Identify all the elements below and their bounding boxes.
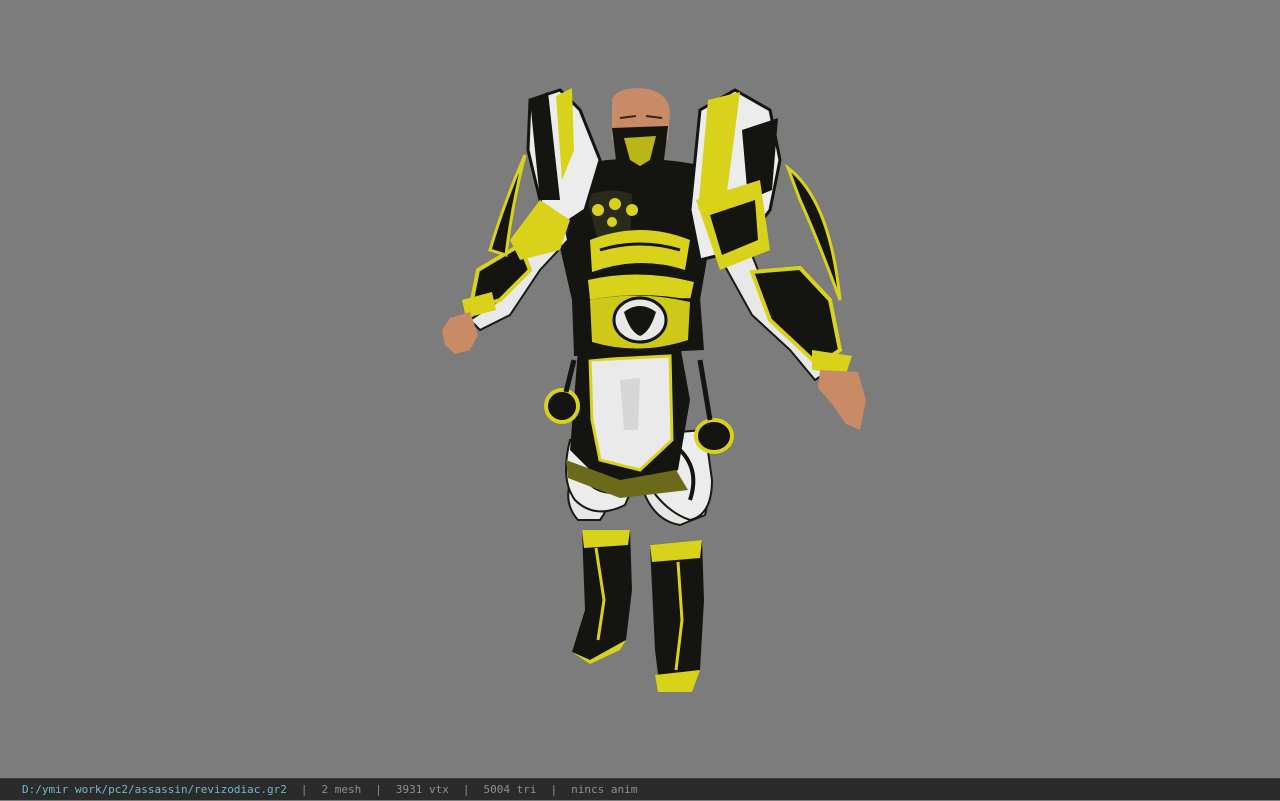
head	[612, 88, 670, 172]
front-apron	[566, 345, 690, 498]
file-path: D:/ymir work/pc2/assassin/revizodiac.gr2	[22, 783, 287, 796]
triangle-count: 5004 tri	[483, 783, 537, 796]
separator: |	[300, 783, 308, 796]
status-bar: D:/ymir work/pc2/assassin/revizodiac.gr2…	[0, 778, 1280, 800]
right-shoulder-pad	[688, 88, 782, 270]
3d-viewport[interactable]	[0, 0, 1280, 778]
vertex-count: 3931 vtx	[395, 783, 449, 796]
separator: |	[550, 783, 558, 796]
separator: |	[375, 783, 382, 796]
mesh-count: 2 mesh	[321, 783, 362, 796]
animation-status: nincs anim	[571, 783, 638, 796]
character-model[interactable]	[0, 0, 1280, 778]
separator: |	[462, 783, 470, 796]
